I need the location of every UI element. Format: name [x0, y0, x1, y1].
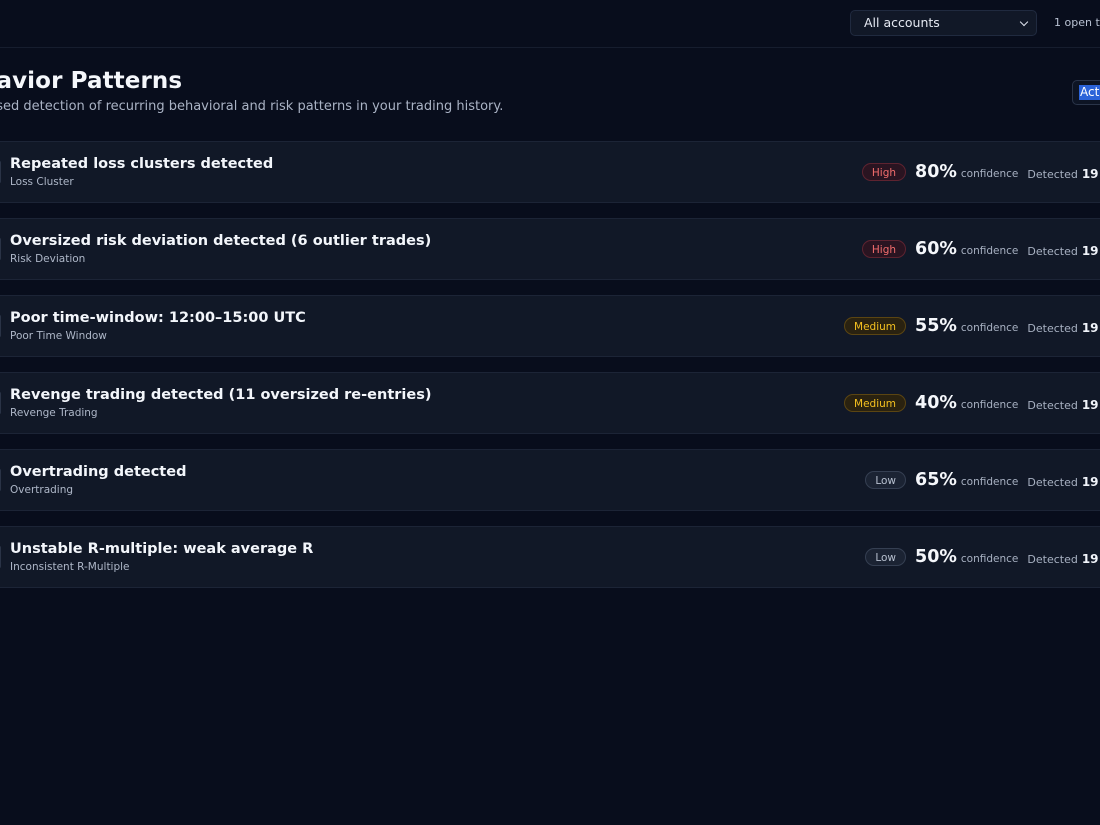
active-filter-label: Acti: [1079, 85, 1100, 100]
confidence-label: confidence: [960, 399, 1019, 411]
detected-label: Detected: [1027, 398, 1078, 412]
pattern-meta: Medium 55%confidence Detected19 A: [844, 296, 1100, 356]
confidence-label: confidence: [960, 476, 1019, 488]
card-accent-bar: [0, 546, 1, 568]
pattern-card[interactable]: Poor time-window: 12:00–15:00 UTC Poor Ti…: [0, 295, 1100, 357]
card-accent-bar: [0, 469, 1, 491]
page-title: havior Patterns: [0, 68, 183, 94]
pattern-card[interactable]: Unstable R-multiple: weak average R Incon…: [0, 526, 1100, 588]
page-subtitle: based detection of recurring behavioral …: [0, 99, 504, 114]
pattern-type: Overtrading: [10, 484, 74, 496]
detected-label: Detected: [1027, 321, 1078, 335]
card-accent-bar: [0, 392, 1, 414]
pattern-meta: High 80%confidence Detected19 A: [861, 142, 1100, 202]
detected-date: 19 A: [1081, 167, 1100, 181]
chevron-down-icon: [1019, 17, 1029, 27]
pattern-meta: Medium 40%confidence Detected19 A: [844, 373, 1100, 433]
pattern-type: Risk Deviation: [10, 253, 86, 265]
confidence-value: 55%: [915, 316, 957, 336]
pattern-card[interactable]: Oversized risk deviation detected (6 out…: [0, 218, 1100, 280]
detected-date: 19 A: [1081, 321, 1100, 335]
detected-label: Detected: [1027, 552, 1078, 566]
card-accent-bar: [0, 238, 1, 260]
pattern-type: Poor Time Window: [10, 330, 107, 342]
severity-badge: High: [861, 163, 907, 181]
severity-badge: Low: [865, 471, 907, 489]
pattern-card[interactable]: Revenge trading detected (11 oversized r…: [0, 372, 1100, 434]
severity-badge: Medium: [844, 394, 907, 412]
severity-badge: Low: [865, 548, 907, 566]
pattern-type: Loss Cluster: [10, 176, 74, 188]
detected-date: 19 A: [1081, 398, 1100, 412]
detected-label: Detected: [1027, 167, 1078, 181]
pattern-type: Revenge Trading: [10, 407, 98, 419]
confidence-label: confidence: [960, 245, 1019, 257]
pattern-list: Repeated loss clusters detected Loss Clus…: [0, 141, 1100, 603]
card-accent-bar: [0, 315, 1, 337]
top-bar: All accounts 1 open tra: [0, 0, 1100, 48]
account-select-value: All accounts: [864, 15, 940, 30]
pattern-title: Poor time-window: 12:00–15:00 UTC: [10, 310, 306, 326]
pattern-type: Inconsistent R-Multiple: [10, 561, 130, 573]
confidence-value: 60%: [915, 239, 957, 259]
pattern-card[interactable]: Repeated loss clusters detected Loss Clus…: [0, 141, 1100, 203]
pattern-meta: Low 65%confidence Detected19 A: [865, 450, 1100, 510]
pattern-title: Repeated loss clusters detected: [10, 156, 274, 172]
pattern-title: Overtrading detected: [10, 464, 187, 480]
severity-badge: Medium: [844, 317, 907, 335]
card-accent-bar: [0, 161, 1, 183]
detected-date: 19 A: [1081, 244, 1100, 258]
detected-date: 19 A: [1081, 552, 1100, 566]
account-select[interactable]: All accounts: [850, 10, 1037, 36]
confidence-value: 80%: [915, 162, 957, 182]
confidence-label: confidence: [960, 322, 1019, 334]
open-trades-indicator[interactable]: 1 open tra: [1054, 16, 1100, 29]
pattern-title: Unstable R-multiple: weak average R: [10, 541, 314, 557]
detected-date: 19 A: [1081, 475, 1100, 489]
detected-label: Detected: [1027, 475, 1078, 489]
confidence-label: confidence: [960, 168, 1019, 180]
active-filter-button[interactable]: Acti: [1072, 80, 1100, 105]
pattern-title: Revenge trading detected (11 oversized r…: [10, 387, 432, 403]
confidence-label: confidence: [960, 553, 1019, 565]
pattern-meta: High 60%confidence Detected19 A: [861, 219, 1100, 279]
confidence-value: 40%: [915, 393, 957, 413]
severity-badge: High: [861, 240, 907, 258]
confidence-value: 50%: [915, 547, 957, 567]
detected-label: Detected: [1027, 244, 1078, 258]
pattern-card[interactable]: Overtrading detected Overtrading Low 65% con…: [0, 449, 1100, 511]
confidence-value: 65%: [915, 470, 957, 490]
pattern-meta: Low 50%confidence Detected19 A: [865, 527, 1100, 587]
pattern-title: Oversized risk deviation detected (6 out…: [10, 233, 432, 249]
